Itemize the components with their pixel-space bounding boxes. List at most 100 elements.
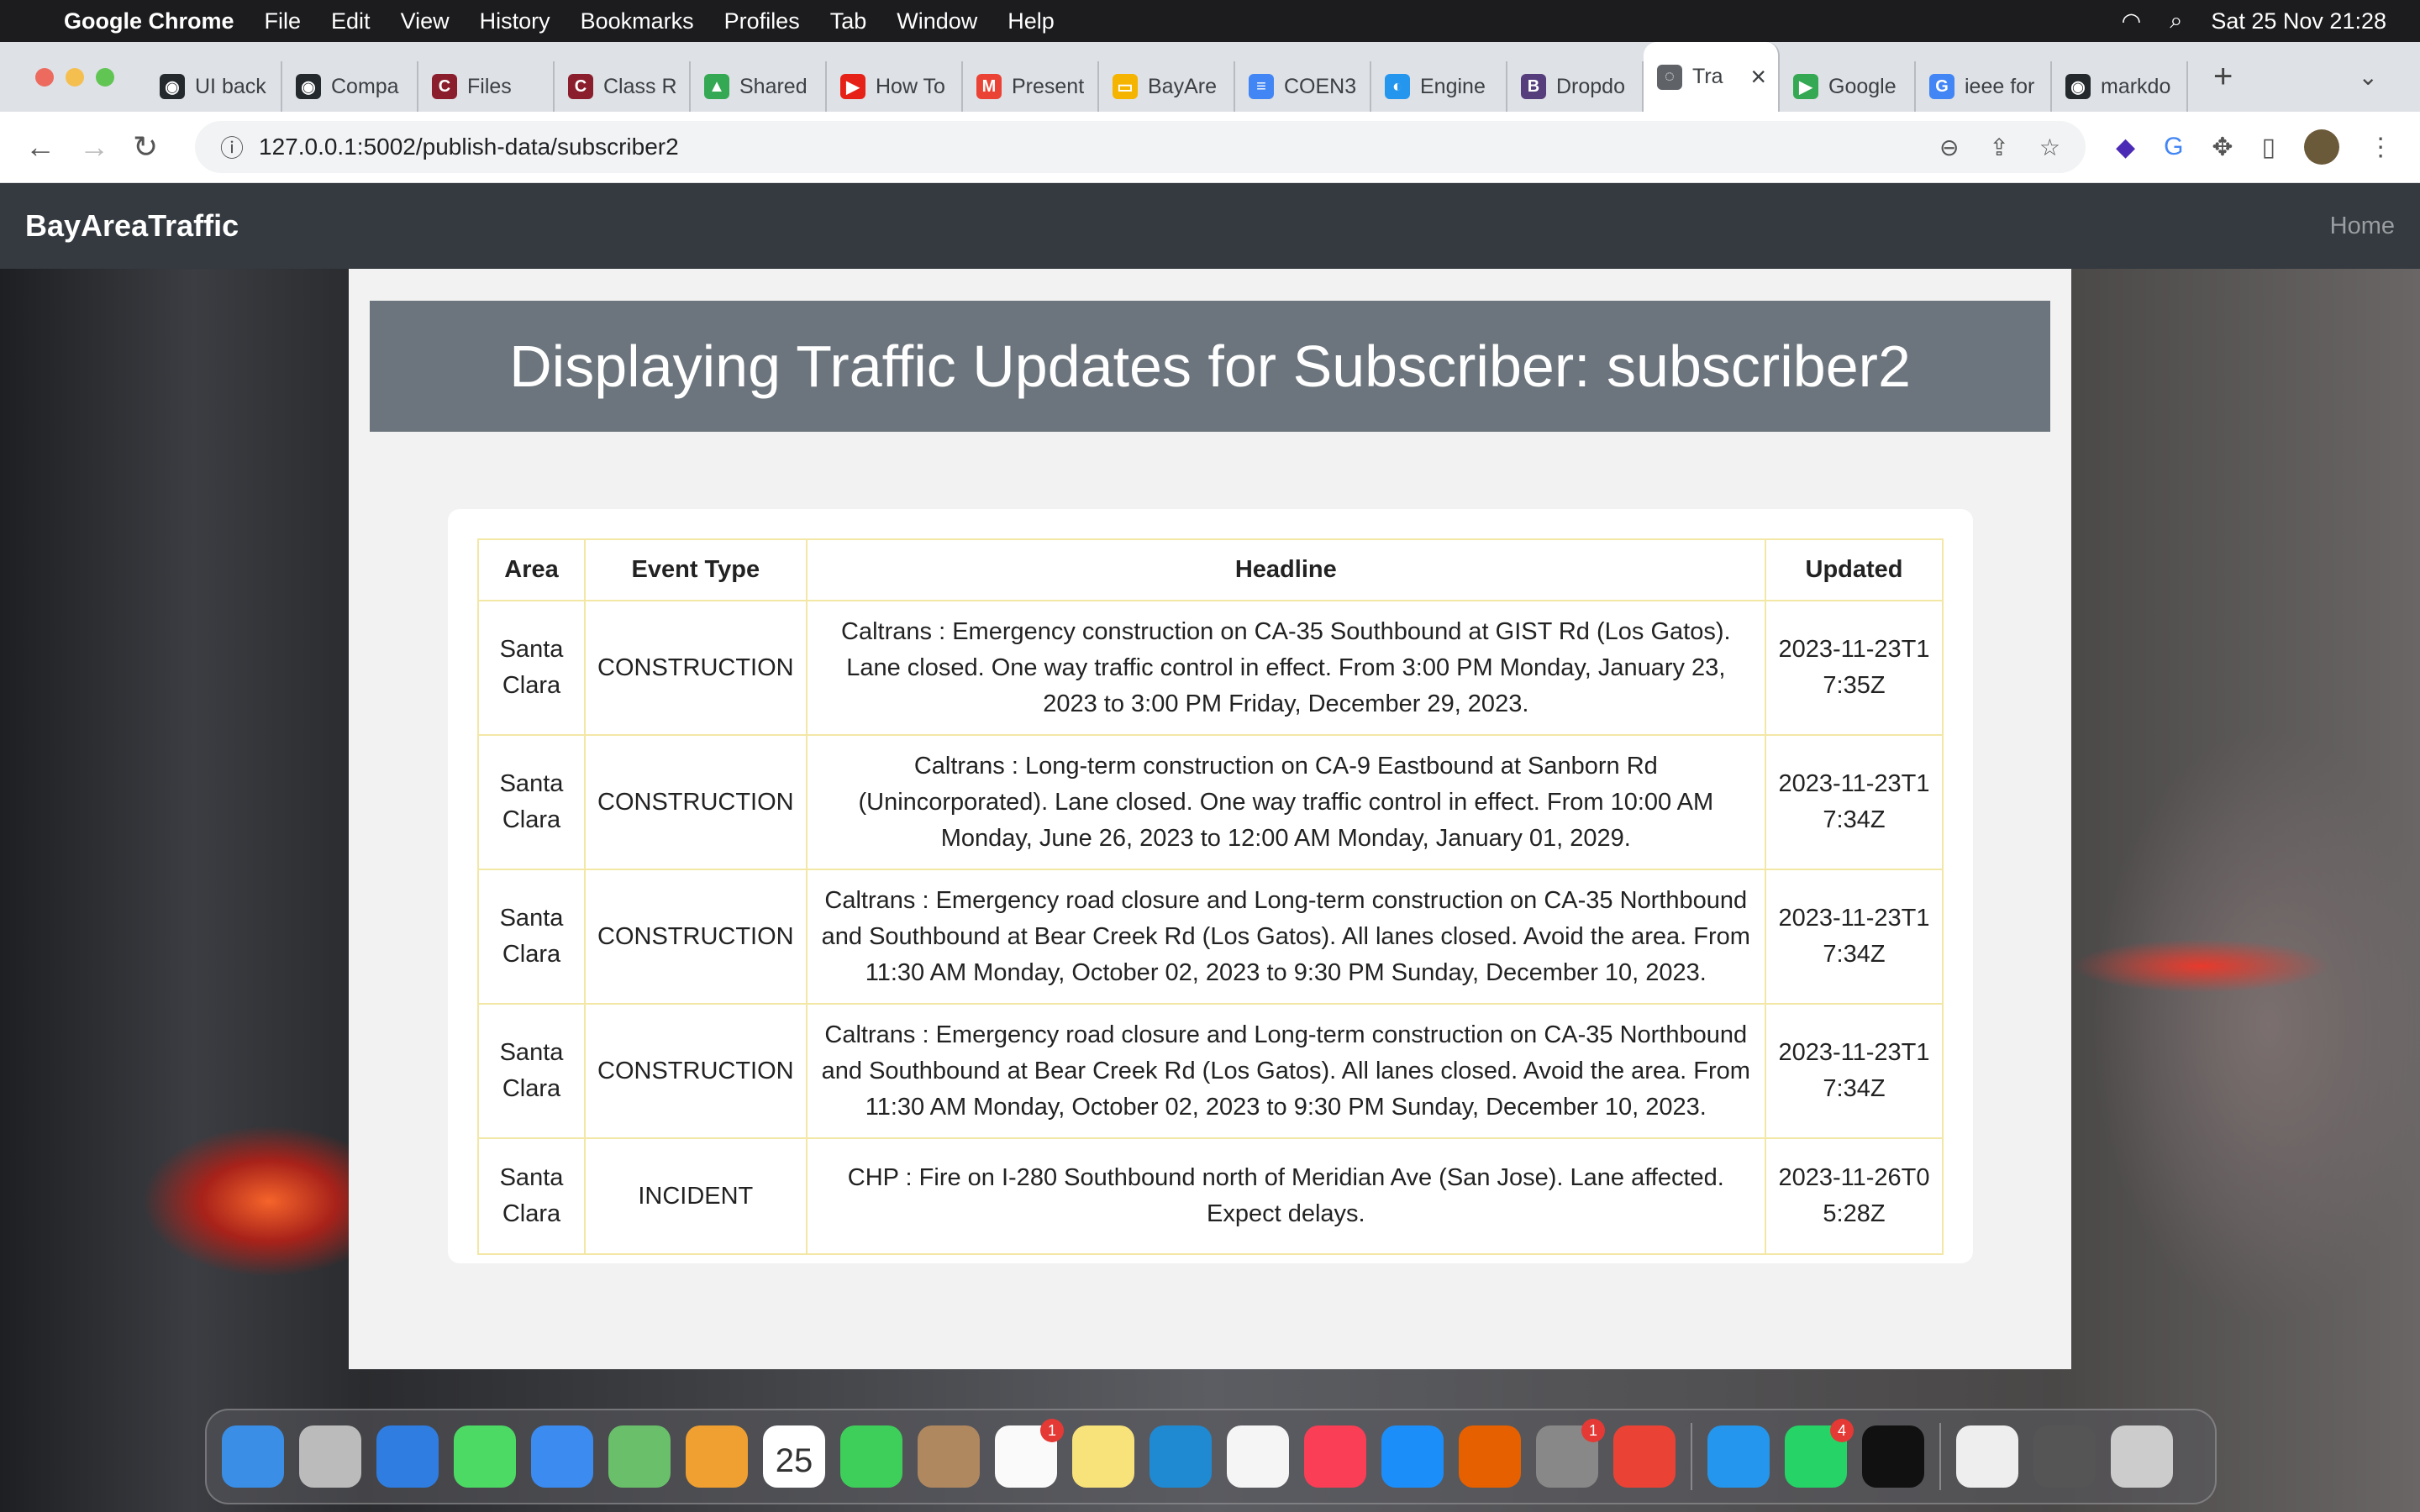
share-icon[interactable]: ⇪ <box>1989 134 2008 161</box>
dock-mail-icon[interactable] <box>531 1425 593 1488</box>
dock-messages-icon[interactable] <box>454 1425 516 1488</box>
site-navbar: BayAreaTraffic Home <box>0 183 2420 269</box>
tab-markdo[interactable]: ◉ markdo <box>2052 61 2188 112</box>
dock-maps-icon[interactable] <box>608 1425 671 1488</box>
tab-search-chevron-icon[interactable]: ⌄ <box>2359 63 2378 91</box>
dock-calendar-icon[interactable]: 25 <box>763 1425 825 1488</box>
dock-contacts-icon[interactable] <box>918 1425 980 1488</box>
tab-class-r[interactable]: C Class R <box>555 61 691 112</box>
dock-notes-icon[interactable] <box>1072 1425 1134 1488</box>
dock-trash-icon[interactable] <box>2111 1425 2173 1488</box>
dock-photos-icon[interactable] <box>686 1425 748 1488</box>
zoom-icon[interactable]: ⊖ <box>1939 134 1959 161</box>
tab-how-to[interactable]: ▶ How To <box>827 61 963 112</box>
tab-coen3[interactable]: ≡ COEN3 <box>1235 61 1371 112</box>
tab-label: Shared <box>739 74 808 98</box>
tab-tra[interactable]: ◌ Tra × <box>1644 42 1780 112</box>
menu-edit[interactable]: Edit <box>331 8 371 34</box>
tab-label: Engine <box>1420 74 1486 98</box>
tab-favicon-icon: G <box>1929 74 1954 99</box>
url-text[interactable]: 127.0.0.1:5002/publish-data/subscriber2 <box>259 134 679 160</box>
cell-area: Santa Clara <box>477 734 586 870</box>
dock-facetime-icon[interactable] <box>840 1425 902 1488</box>
tab-label: Dropdo <box>1556 74 1625 98</box>
cell-event-type: CONSTRUCTION <box>584 869 808 1005</box>
dock-finder-icon[interactable] <box>222 1425 284 1488</box>
translate-icon[interactable]: G <box>2164 133 2183 161</box>
dock-docker-icon[interactable] <box>1707 1425 1770 1488</box>
tab-dropdo[interactable]: B Dropdo <box>1507 61 1644 112</box>
address-bar[interactable]: ⓘ 127.0.0.1:5002/publish-data/subscriber… <box>195 121 2086 173</box>
dock-safari-icon[interactable] <box>376 1425 439 1488</box>
tab-label: COEN3 <box>1284 74 1357 98</box>
menu-window[interactable]: Window <box>897 8 977 34</box>
address-toolbar: ← → ↻ ⓘ 127.0.0.1:5002/publish-data/subs… <box>0 112 2420 183</box>
tab-label: Tra <box>1692 65 1723 88</box>
extensions-puzzle-icon[interactable]: ✥ <box>2212 133 2233 162</box>
menu-app-name[interactable]: Google Chrome <box>64 8 234 34</box>
menu-help[interactable]: Help <box>1007 8 1055 34</box>
page-title-banner: Displaying Traffic Updates for Subscribe… <box>370 301 2050 432</box>
close-window-button[interactable] <box>35 67 54 87</box>
cell-area: Santa Clara <box>477 869 586 1005</box>
dock-chrome-icon[interactable] <box>1613 1425 1676 1488</box>
dock-system-settings-icon[interactable]: 1 <box>1536 1419 1605 1488</box>
maximize-window-button[interactable] <box>96 67 114 87</box>
tab-label: How To <box>876 74 945 98</box>
menu-view[interactable]: View <box>401 8 450 34</box>
menu-profiles[interactable]: Profiles <box>724 8 800 34</box>
tab-bayare[interactable]: ▭ BayAre <box>1099 61 1235 112</box>
menu-tab[interactable]: Tab <box>830 8 867 34</box>
forward-button[interactable]: → <box>79 129 109 165</box>
dock-terminal-icon[interactable] <box>1862 1425 1924 1488</box>
nav-home-link[interactable]: Home <box>2330 213 2395 240</box>
tab-ieee-for[interactable]: Gieee for <box>1916 61 2052 112</box>
dock-separator <box>1691 1423 1692 1490</box>
dock-reminders-icon[interactable]: 1 <box>995 1419 1064 1488</box>
search-icon[interactable]: ⌕ <box>2170 8 2182 34</box>
tab-present[interactable]: M Present <box>963 61 1099 112</box>
cell-event-type: CONSTRUCTION <box>584 734 808 870</box>
dock-whatsapp-icon[interactable]: 4 <box>1785 1419 1854 1488</box>
minimize-window-button[interactable] <box>66 67 84 87</box>
tab-files[interactable]: C Files <box>418 61 555 112</box>
info-icon[interactable]: ⓘ <box>220 130 244 164</box>
new-tab-button[interactable]: + <box>2213 58 2233 96</box>
dock-screenshot-icon[interactable] <box>2033 1425 2096 1488</box>
back-button[interactable]: ← <box>25 129 55 165</box>
tab-favicon-icon: ◉ <box>2065 74 2091 99</box>
brand-link[interactable]: BayAreaTraffic <box>25 208 239 244</box>
extension-icon[interactable]: ◆ <box>2116 133 2135 162</box>
tab-label: UI back <box>195 74 266 98</box>
tab-label: markdo <box>2101 74 2171 98</box>
dock-app-store-icon[interactable] <box>1381 1425 1444 1488</box>
dock-pdf-document-icon[interactable] <box>1956 1425 2018 1488</box>
dock-freeform-icon[interactable] <box>1227 1425 1289 1488</box>
menu-file[interactable]: File <box>265 8 302 34</box>
table-row: Santa Clara CONSTRUCTION Caltrans : Emerge… <box>477 600 1944 736</box>
wifi-icon[interactable]: ◠ <box>2122 8 2142 34</box>
menu-bookmarks[interactable]: Bookmarks <box>581 8 694 34</box>
profile-avatar[interactable] <box>2304 129 2340 165</box>
tab-label: Google <box>1828 74 1897 98</box>
menu-history[interactable]: History <box>480 8 550 34</box>
cell-area: Santa Clara <box>477 1003 586 1139</box>
reload-button[interactable]: ↻ <box>133 129 161 165</box>
dock-music-icon[interactable] <box>1304 1425 1366 1488</box>
tab-favicon-icon: ◉ <box>160 74 185 99</box>
table-row: Santa Clara INCIDENT CHP : Fire on I-280 S… <box>477 1137 1944 1255</box>
bookmark-star-icon[interactable]: ☆ <box>2039 134 2060 161</box>
tab-shared[interactable]: ▲ Shared <box>691 61 827 112</box>
dock-firefox-icon[interactable] <box>1459 1425 1521 1488</box>
tab-compa[interactable]: ◉ Compa <box>282 61 418 112</box>
close-tab-icon[interactable]: × <box>1750 61 1766 92</box>
tab-engine[interactable]: ◐ Engine <box>1371 61 1507 112</box>
more-menu-icon[interactable]: ⋮ <box>2368 133 2393 162</box>
tab-google[interactable]: ▶ Google <box>1780 61 1916 112</box>
tab-ui-back[interactable]: ◉ UI back <box>146 61 282 112</box>
side-panel-icon[interactable]: ▯ <box>2262 133 2276 162</box>
dock-vscode-icon[interactable] <box>1150 1425 1212 1488</box>
dock-launchpad-icon[interactable] <box>299 1425 361 1488</box>
clock[interactable]: Sat 25 Nov 21:28 <box>2211 8 2386 34</box>
tab-label: Class R <box>603 74 677 98</box>
